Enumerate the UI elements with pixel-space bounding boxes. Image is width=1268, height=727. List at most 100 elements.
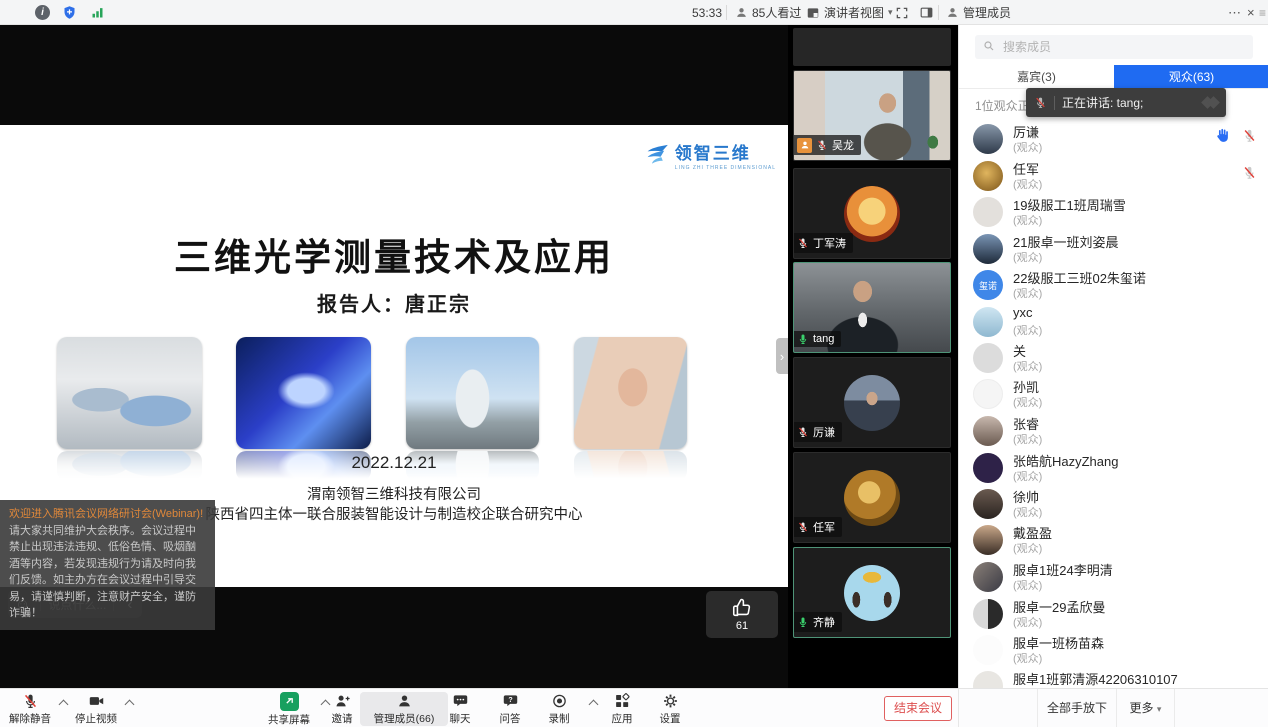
avatar (973, 379, 1003, 409)
close-panel-button[interactable]: × (1247, 0, 1255, 25)
chevron-up-icon[interactable] (589, 700, 599, 710)
security-shield-icon[interactable] (62, 0, 77, 25)
avatar (973, 671, 1003, 688)
invite-person-icon (334, 692, 351, 710)
slide-image-scanning-equipment (236, 337, 371, 449)
video-tile[interactable]: 厉谦 (793, 357, 951, 448)
member-row[interactable]: 孙凯 (观众) (959, 377, 1268, 411)
member-role: (观众) (1013, 358, 1042, 374)
avatar (973, 489, 1003, 519)
settings-button[interactable]: 设置 (648, 692, 692, 726)
thumbs-up-icon (731, 597, 753, 619)
participant-name: 厉谦 (813, 424, 835, 440)
record-button[interactable]: 录制 (537, 692, 581, 726)
mic-active-icon (797, 616, 809, 628)
notice-body: 请大家共同维护大会秩序。会议过程中禁止出现违法违规、低俗色情、吸烟酗酒等内容，若… (9, 525, 196, 620)
member-role: (观众) (1013, 322, 1042, 338)
video-tile-partial[interactable] (793, 28, 951, 66)
stop-video-button[interactable]: 停止视频 (70, 692, 122, 726)
logo-text-block: 领智三维 LING ZHI THREE DIMENSIONAL (675, 139, 776, 171)
video-tile[interactable]: 吴龙 (793, 70, 951, 161)
meeting-info-icon[interactable]: i (35, 0, 50, 25)
member-row[interactable]: 玺诺 22级服工三班02朱玺诺 (观众) (959, 268, 1268, 302)
member-role: (观众) (1013, 540, 1042, 556)
slide-image-structure (406, 337, 539, 449)
person-icon (396, 692, 413, 710)
participant-name-chip: 齐静 (794, 612, 842, 632)
manage-members-button[interactable]: 管理成员(66) (360, 692, 448, 726)
unmute-button[interactable]: 解除静音 (4, 692, 56, 726)
member-row[interactable]: 服卓一29孟欣曼 (观众) (959, 597, 1268, 631)
avatar (973, 161, 1003, 191)
raised-hand-icon[interactable] (1214, 127, 1231, 144)
member-row[interactable]: 任军 (观众) (959, 159, 1268, 193)
member-row[interactable]: 19级服工1班周瑞雪 (观众) (959, 195, 1268, 229)
participant-name-chip: 吴龙 (794, 135, 861, 155)
participant-name-chip: 厉谦 (794, 422, 842, 442)
apps-button[interactable]: 应用 (600, 692, 644, 726)
video-tile-speaking[interactable]: tang (793, 262, 951, 353)
qa-button[interactable]: ? 问答 (488, 692, 532, 726)
member-role: (观众) (1013, 212, 1042, 228)
expand-arrow-icon[interactable]: › (776, 338, 788, 374)
video-tile[interactable]: 丁军涛 (793, 168, 951, 259)
mic-muted-icon[interactable] (1242, 128, 1257, 143)
viewers-count: 85人看过 (735, 0, 801, 25)
member-row[interactable]: yxc (观众) (959, 305, 1268, 339)
member-row[interactable]: 戴盈盈 (观众) (959, 523, 1268, 557)
member-row[interactable]: 服卓一班杨苗森 (观众) (959, 633, 1268, 667)
participant-name: 吴龙 (832, 137, 854, 153)
member-row[interactable]: 张睿 (观众) (959, 414, 1268, 448)
member-row[interactable]: 张皓航HazyZhang (观众) (959, 451, 1268, 485)
mic-muted-icon[interactable] (1242, 165, 1257, 180)
person-icon (800, 140, 810, 150)
webinar-notice: 欢迎进入腾讯会议网络研讨会(Webinar)! 请大家共同维护大会秩序。会议过程… (0, 500, 215, 630)
top-bar: i 53:33 85人看过 演讲者视图 ▾ 管理成员 ⋯ × (0, 0, 1268, 25)
more-options-button[interactable]: ⋯ (1228, 0, 1241, 25)
view-mode-selector[interactable]: 演讲者视图 ▾ (806, 0, 893, 25)
like-button[interactable]: 61 (706, 591, 778, 638)
shared-screen-area: 领智三维 LING ZHI THREE DIMENSIONAL 三维光学测量技术… (0, 25, 788, 688)
menu-icon[interactable]: ≡ (1259, 0, 1266, 25)
tool-label: 共享屏幕 (268, 712, 310, 727)
meeting-window: i 53:33 85人看过 演讲者视图 ▾ 管理成员 ⋯ × (0, 0, 1268, 727)
member-role: (观众) (1013, 249, 1042, 265)
lower-all-hands-button[interactable]: 全部手放下 (1037, 689, 1117, 727)
tab-attendees[interactable]: 观众(63) (1114, 65, 1268, 88)
member-row[interactable]: 徐帅 (观众) (959, 487, 1268, 521)
mic-muted-icon (816, 139, 828, 151)
member-name: yxc (1013, 305, 1033, 320)
participant-name: 丁军涛 (813, 235, 846, 251)
fullscreen-button[interactable] (895, 0, 909, 25)
video-tile[interactable]: 任军 (793, 452, 951, 543)
member-row[interactable]: 服卓1班24李明清 (观众) (959, 560, 1268, 594)
chevron-up-icon[interactable] (125, 700, 135, 710)
invite-button[interactable]: 邀请 (320, 692, 364, 726)
slide-title: 三维光学测量技术及应用 (0, 227, 788, 281)
chevron-down-icon: ▾ (888, 7, 893, 18)
participant-name-chip: 任军 (794, 517, 842, 537)
more-actions-button[interactable]: 更多 ▾ (1117, 689, 1175, 727)
video-tile-speaking[interactable]: 齐静 (793, 547, 951, 638)
meeting-timer: 53:33 (692, 0, 722, 25)
tool-label: 解除静音 (9, 711, 51, 726)
member-row[interactable]: 厉谦 (观众) (959, 122, 1268, 156)
chat-button[interactable]: 聊天 (438, 692, 482, 726)
logo-swoosh-icon (644, 143, 670, 167)
divider (1054, 96, 1055, 110)
search-input[interactable] (975, 35, 1253, 59)
chevron-up-icon[interactable] (59, 700, 69, 710)
end-meeting-button[interactable]: 结束会议 (884, 696, 952, 721)
network-signal-icon[interactable] (90, 0, 105, 25)
member-role: (观众) (1013, 504, 1042, 520)
member-row[interactable]: 关 (观众) (959, 341, 1268, 375)
side-panel-toggle[interactable] (919, 0, 934, 25)
person-icon (735, 6, 748, 19)
share-screen-button[interactable]: 共享屏幕 (259, 692, 319, 727)
tool-label: 应用 (612, 711, 633, 726)
member-row[interactable]: 服卓1班郭清源42206310107 (观众) (959, 669, 1268, 688)
avatar (973, 234, 1003, 264)
tab-guests[interactable]: 嘉宾(3) (959, 65, 1114, 88)
member-row[interactable]: 21服卓一班刘姿晨 (观众) (959, 232, 1268, 266)
participant-name-chip: tang (794, 331, 841, 347)
